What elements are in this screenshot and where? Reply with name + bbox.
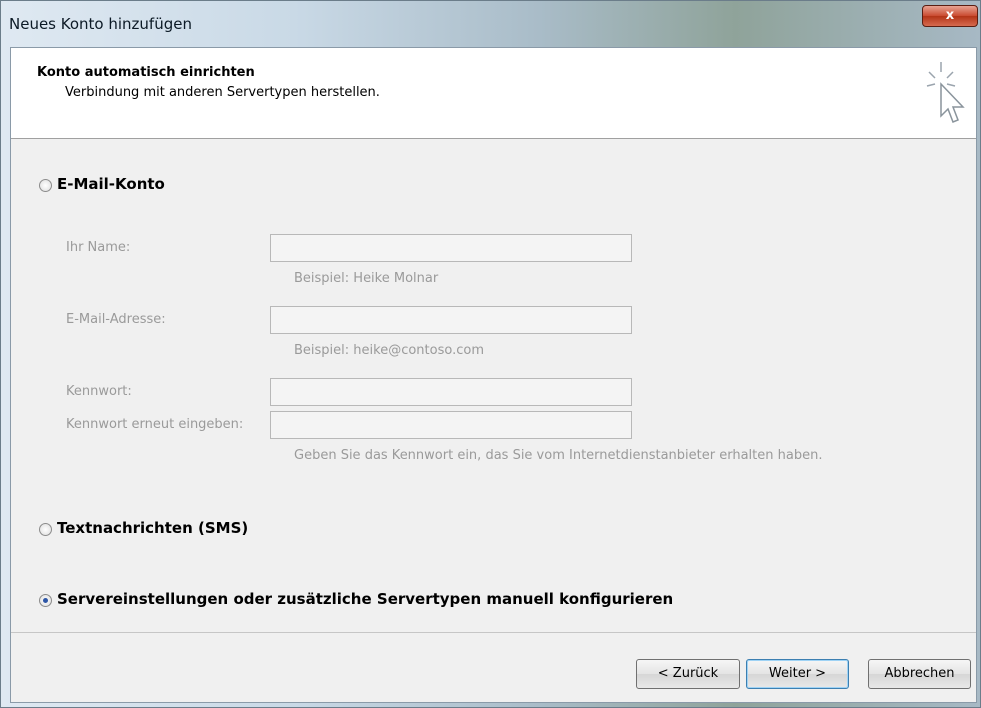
- title-bar[interactable]: Neues Konto hinzufügen x: [1, 1, 980, 47]
- email-label: E-Mail-Adresse:: [66, 312, 166, 327]
- name-input[interactable]: [270, 234, 632, 262]
- name-label: Ihr Name:: [66, 240, 131, 255]
- dialog-window: Neues Konto hinzufügen x Konto automatis…: [0, 0, 981, 708]
- back-button[interactable]: < Zurück: [636, 659, 740, 689]
- email-input[interactable]: [270, 306, 632, 334]
- close-button[interactable]: x: [922, 5, 978, 27]
- name-hint: Beispiel: Heike Molnar: [294, 271, 439, 286]
- header-subtitle: Verbindung mit anderen Servertypen herst…: [65, 85, 380, 100]
- wizard-cursor-icon: [926, 62, 965, 123]
- close-icon: x: [945, 8, 955, 23]
- manual-config-radio[interactable]: [39, 594, 52, 607]
- window-title: Neues Konto hinzufügen: [9, 15, 192, 33]
- wizard-header: Konto automatisch einrichten Verbindung …: [11, 48, 976, 139]
- password-repeat-label: Kennwort erneut eingeben:: [66, 417, 244, 432]
- next-button[interactable]: Weiter >: [746, 659, 849, 689]
- password-input[interactable]: [270, 378, 632, 406]
- sms-radio[interactable]: [39, 523, 52, 536]
- dialog-content: Konto automatisch einrichten Verbindung …: [10, 47, 977, 703]
- email-account-radio[interactable]: [39, 179, 52, 192]
- password-label: Kennwort:: [66, 384, 132, 399]
- cancel-button[interactable]: Abbrechen: [868, 659, 971, 689]
- password-repeat-input[interactable]: [270, 411, 632, 439]
- footer-divider: [11, 632, 976, 633]
- header-title: Konto automatisch einrichten: [37, 65, 255, 80]
- manual-config-label[interactable]: Servereinstellungen oder zusätzliche Ser…: [57, 590, 673, 608]
- email-account-label[interactable]: E-Mail-Konto: [57, 175, 165, 193]
- password-hint: Geben Sie das Kennwort ein, das Sie vom …: [294, 448, 823, 463]
- sms-label[interactable]: Textnachrichten (SMS): [57, 519, 248, 537]
- email-hint: Beispiel: heike@contoso.com: [294, 343, 484, 358]
